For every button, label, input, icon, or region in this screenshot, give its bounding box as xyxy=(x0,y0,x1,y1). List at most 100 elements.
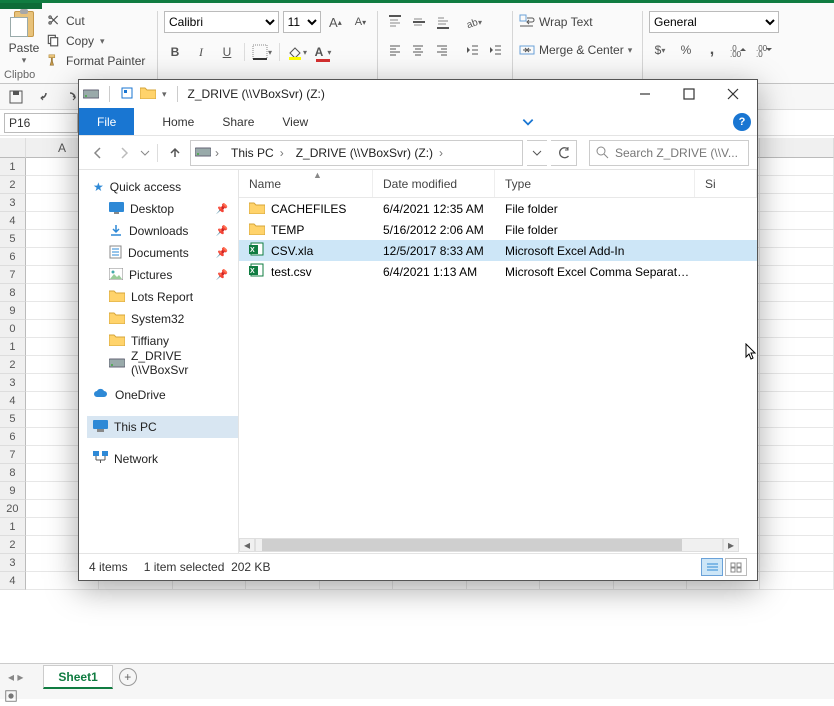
cell[interactable] xyxy=(760,356,833,374)
row-header[interactable]: 1 xyxy=(0,158,26,176)
cell[interactable] xyxy=(760,446,833,464)
row-header[interactable]: 6 xyxy=(0,428,26,446)
cell[interactable] xyxy=(760,464,833,482)
help-icon[interactable]: ? xyxy=(733,113,751,131)
number-format-select[interactable]: General xyxy=(649,11,779,33)
nav-recent-dropdown[interactable] xyxy=(139,142,151,164)
details-view-button[interactable] xyxy=(701,558,723,576)
address-dropdown[interactable] xyxy=(527,140,547,166)
cell[interactable] xyxy=(760,428,833,446)
align-right-icon[interactable] xyxy=(431,39,453,61)
cell[interactable] xyxy=(760,158,833,176)
explorer-nav-pane[interactable]: ★ Quick access Desktop 📌 Downloads 📌 Doc… xyxy=(79,170,239,553)
align-middle-icon[interactable] xyxy=(408,11,430,33)
row-header[interactable]: 8 xyxy=(0,464,26,482)
sidebar-documents[interactable]: Documents 📌 xyxy=(87,242,238,264)
sidebar-pictures[interactable]: Pictures 📌 xyxy=(87,264,238,286)
column-size[interactable]: Si xyxy=(695,170,757,197)
increase-decimal-icon[interactable]: .0.00 xyxy=(727,39,749,61)
cell[interactable] xyxy=(760,410,833,428)
nav-forward-button[interactable] xyxy=(113,142,135,164)
row-header[interactable]: 5 xyxy=(0,230,26,248)
font-name-select[interactable]: Calibri xyxy=(164,11,279,33)
align-center-icon[interactable] xyxy=(408,39,430,61)
orientation-icon[interactable]: ab▾ xyxy=(462,11,484,33)
cell[interactable] xyxy=(760,320,833,338)
font-size-select[interactable]: 11 xyxy=(283,11,321,33)
row-header[interactable]: 6 xyxy=(0,248,26,266)
underline-button[interactable]: U xyxy=(216,41,238,63)
maximize-button[interactable] xyxy=(667,80,711,108)
borders-button[interactable]: ▾ xyxy=(251,41,273,63)
tab-share[interactable]: Share xyxy=(208,108,268,135)
expand-ribbon-icon[interactable] xyxy=(521,115,535,129)
cut-button[interactable]: Cut xyxy=(46,11,153,31)
row-header[interactable]: 2 xyxy=(0,356,26,374)
column-type[interactable]: Type xyxy=(495,170,695,197)
sheet-tab-active[interactable]: Sheet1 xyxy=(43,665,112,689)
sidebar-downloads[interactable]: Downloads 📌 xyxy=(87,220,238,242)
folder-qat-icon[interactable] xyxy=(140,86,156,102)
nav-up-button[interactable] xyxy=(164,142,186,164)
copy-button[interactable]: Copy ▾ xyxy=(46,31,153,51)
horizontal-scrollbar[interactable]: ◂ ▸ xyxy=(239,537,739,553)
close-button[interactable] xyxy=(711,80,755,108)
column-header[interactable] xyxy=(760,138,833,158)
cell[interactable] xyxy=(760,500,833,518)
row-header[interactable]: 1 xyxy=(0,518,26,536)
row-header[interactable]: 8 xyxy=(0,284,26,302)
bold-button[interactable]: B xyxy=(164,41,186,63)
sidebar-this-pc[interactable]: This PC xyxy=(87,416,238,438)
cell[interactable] xyxy=(760,302,833,320)
column-headers[interactable]: Name▲ Date modified Type Si xyxy=(239,170,757,198)
row-header[interactable]: 3 xyxy=(0,194,26,212)
row-header[interactable]: 3 xyxy=(0,554,26,572)
decrease-indent-icon[interactable] xyxy=(461,39,483,61)
minimize-button[interactable] xyxy=(623,80,667,108)
cell[interactable] xyxy=(760,248,833,266)
align-top-icon[interactable] xyxy=(384,11,406,33)
scroll-right-icon[interactable]: ▸ xyxy=(723,538,739,552)
accounting-format-icon[interactable]: $▾ xyxy=(649,39,671,61)
row-header[interactable]: 20 xyxy=(0,500,26,518)
add-sheet-button[interactable]: + xyxy=(119,668,137,686)
cell[interactable] xyxy=(760,572,833,590)
undo-icon[interactable] xyxy=(34,87,54,107)
cell[interactable] xyxy=(760,536,833,554)
cell[interactable] xyxy=(760,212,833,230)
column-name[interactable]: Name▲ xyxy=(239,170,373,197)
cell[interactable] xyxy=(760,176,833,194)
row-header[interactable]: 2 xyxy=(0,176,26,194)
percent-format-icon[interactable]: % xyxy=(675,39,697,61)
row-header[interactable]: 2 xyxy=(0,536,26,554)
cell[interactable] xyxy=(760,554,833,572)
italic-button[interactable]: I xyxy=(190,41,212,63)
paste-button[interactable]: Paste ▾ xyxy=(6,11,42,66)
row-header[interactable]: 7 xyxy=(0,446,26,464)
thumbnails-view-button[interactable] xyxy=(725,558,747,576)
cell[interactable] xyxy=(760,392,833,410)
scroll-thumb[interactable] xyxy=(262,539,682,551)
tab-file[interactable]: File xyxy=(79,108,134,135)
cell[interactable] xyxy=(760,482,833,500)
row-header[interactable]: 9 xyxy=(0,482,26,500)
row-header[interactable]: 4 xyxy=(0,212,26,230)
sidebar-lots-report[interactable]: Lots Report xyxy=(87,286,238,308)
record-macro-icon[interactable] xyxy=(4,689,18,703)
decrease-font-icon[interactable]: A▾ xyxy=(350,11,371,33)
sidebar-system32[interactable]: System32 xyxy=(87,308,238,330)
column-date[interactable]: Date modified xyxy=(373,170,495,197)
row-header[interactable]: 1 xyxy=(0,338,26,356)
file-row[interactable]: Xtest.csv6/4/2021 1:13 AMMicrosoft Excel… xyxy=(239,261,757,282)
comma-format-icon[interactable]: , xyxy=(701,39,723,61)
chevron-right-icon[interactable]: › xyxy=(439,146,449,160)
cell[interactable] xyxy=(760,230,833,248)
align-bottom-icon[interactable] xyxy=(432,11,454,33)
cell[interactable] xyxy=(760,194,833,212)
save-icon[interactable] xyxy=(6,87,26,107)
wrap-text-button[interactable]: Wrap Text xyxy=(519,11,636,33)
nav-back-button[interactable] xyxy=(87,142,109,164)
cell[interactable] xyxy=(760,266,833,284)
row-header[interactable]: 4 xyxy=(0,572,26,590)
decrease-decimal-icon[interactable]: .00.0 xyxy=(753,39,775,61)
